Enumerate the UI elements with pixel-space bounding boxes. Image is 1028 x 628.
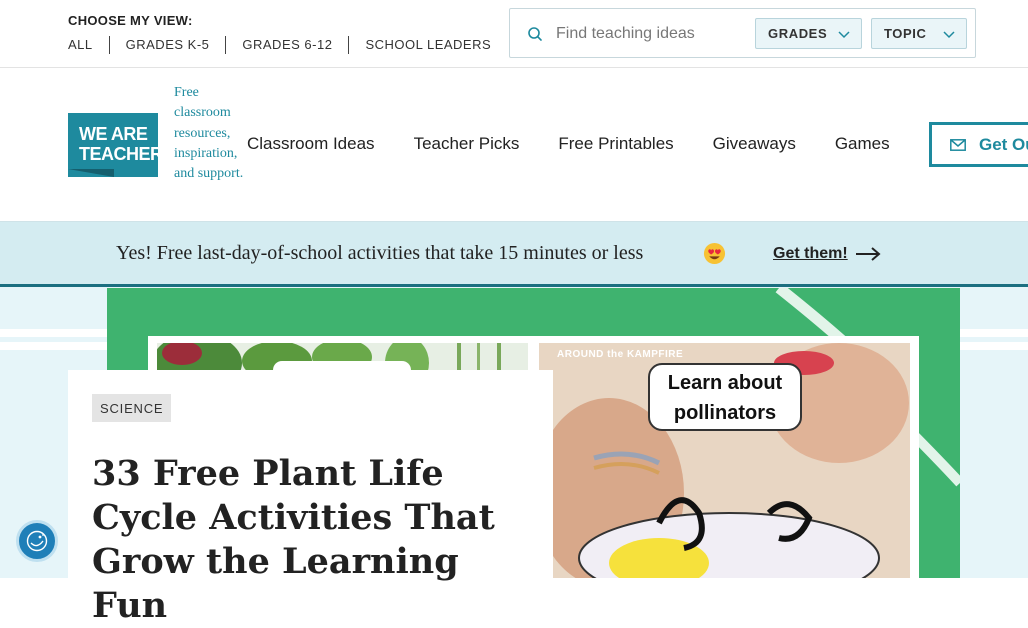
announcement-link-label: Get them! bbox=[773, 245, 848, 262]
envelope-icon bbox=[950, 138, 966, 151]
site-header: WE ARE TEACHERS Free classroom resources… bbox=[0, 69, 1028, 221]
grades-filter-dropdown[interactable]: GRADES bbox=[755, 18, 862, 49]
site-logo[interactable]: WE ARE TEACHERS bbox=[68, 113, 175, 177]
logo-fold-shape bbox=[68, 169, 114, 177]
search-input[interactable] bbox=[556, 21, 746, 47]
site-tagline: Free classroom resources, inspiration, a… bbox=[174, 85, 244, 182]
logo-wordmark: WE ARE TEACHERS bbox=[79, 124, 175, 164]
search-icon[interactable] bbox=[527, 26, 543, 42]
nav-free-printables[interactable]: Free Printables bbox=[558, 134, 673, 154]
search-box: GRADES TOPIC bbox=[509, 8, 976, 58]
view-link-all[interactable]: ALL bbox=[68, 36, 109, 54]
article-headline[interactable]: 33 Free Plant Life Cycle Activities That… bbox=[92, 452, 542, 628]
topic-filter-label: TOPIC bbox=[884, 26, 927, 41]
view-chooser-title: CHOOSE MY VIEW: bbox=[68, 13, 193, 28]
topic-filter-dropdown[interactable]: TOPIC bbox=[871, 18, 967, 49]
nav-classroom-ideas[interactable]: Classroom Ideas bbox=[247, 134, 375, 154]
category-tag[interactable]: SCIENCE bbox=[92, 394, 172, 422]
view-link-grades-k5[interactable]: GRADES K-5 bbox=[108, 36, 226, 54]
photo-caption-bubble: Learn about pollinators bbox=[648, 363, 802, 431]
nav-giveaways[interactable]: Giveaways bbox=[713, 134, 796, 154]
heart-eyes-emoji-icon bbox=[703, 242, 726, 265]
accessibility-icon bbox=[26, 530, 48, 552]
featured-article-card[interactable]: SCIENCE 33 Free Plant Life Cycle Activit… bbox=[68, 370, 553, 626]
accessibility-widget-button[interactable] bbox=[16, 520, 58, 562]
chevron-down-icon bbox=[943, 31, 955, 39]
photo-brand-watermark: AROUND the KAMPFIRE bbox=[557, 349, 684, 360]
chevron-down-icon bbox=[838, 31, 850, 39]
main-nav: Classroom Ideas Teacher Picks Free Print… bbox=[247, 134, 929, 154]
view-link-grades-6-12[interactable]: GRADES 6-12 bbox=[225, 36, 348, 54]
arrow-right-icon bbox=[855, 247, 881, 261]
nav-games[interactable]: Games bbox=[835, 134, 890, 154]
view-link-school-leaders[interactable]: SCHOOL LEADERS bbox=[348, 36, 507, 54]
announcement-banner: Yes! Free last-day-of-school activities … bbox=[0, 221, 1028, 287]
view-chooser-links: ALL GRADES K-5 GRADES 6-12 SCHOOL LEADER… bbox=[68, 36, 507, 54]
grades-filter-label: GRADES bbox=[768, 26, 828, 41]
announcement-text: Yes! Free last-day-of-school activities … bbox=[116, 242, 644, 264]
newsletter-cta-button[interactable]: Get Ou bbox=[929, 122, 1028, 167]
announcement-link[interactable]: Get them! bbox=[773, 245, 881, 263]
featured-photo-pollinators[interactable]: AROUND the KAMPFIRE Learn about pollinat… bbox=[539, 343, 910, 578]
nav-teacher-picks[interactable]: Teacher Picks bbox=[414, 134, 520, 154]
view-chooser-bar: CHOOSE MY VIEW: ALL GRADES K-5 GRADES 6-… bbox=[0, 0, 1028, 68]
newsletter-cta-label: Get Ou bbox=[979, 134, 1028, 154]
